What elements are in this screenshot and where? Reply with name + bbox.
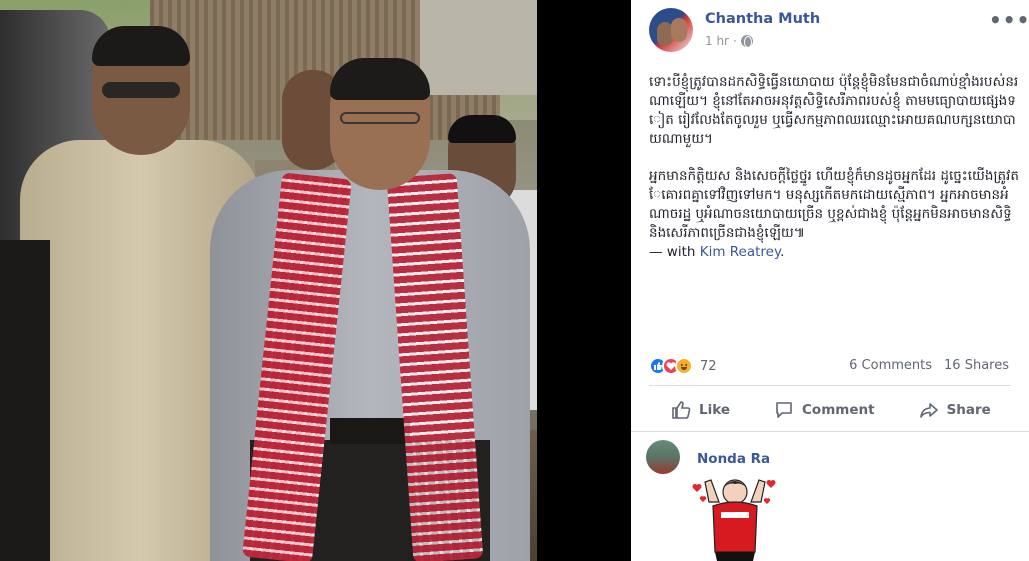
comments-section: Nonda Ra [631, 432, 1029, 561]
author-avatar[interactable] [649, 8, 693, 52]
reaction-count: 72 [700, 358, 717, 374]
comments-count[interactable]: 6 Comments [849, 358, 932, 373]
reactions-summary[interactable]: 72 [649, 356, 717, 376]
action-bar: Like Comment Share [649, 391, 1011, 429]
photo-shadow [0, 240, 50, 561]
post-paragraph: ទោះបីខ្ញុំត្រូវបានដកសិទ្ធិធ្វើនយោបាយ ប៉ុ… [649, 74, 1019, 147]
commenter-name[interactable]: Nonda Ra [697, 451, 770, 467]
photo-glasses [340, 112, 420, 124]
divider [649, 385, 1011, 386]
thumbs-up-icon [672, 401, 691, 419]
engagement-counts: 6 Comments 16 Shares [849, 358, 1009, 373]
like-button[interactable]: Like [649, 393, 752, 427]
photo-person-left-hair [92, 26, 190, 66]
with-suffix: . [780, 244, 785, 260]
post-paragraph-text: អ្នកមានកិត្តិយស និងសេចក្តីថ្លៃថ្នូរ ហើយខ… [649, 168, 1019, 241]
tagged-with: — with Kim Reatrey. [649, 244, 784, 260]
post-text: ទោះបីខ្ញុំត្រូវបានដកសិទ្ធិធ្វើនយោបាយ ប៉ុ… [649, 73, 1019, 262]
photo-person-right-hair [448, 115, 516, 143]
photo-person-center-hair [330, 58, 430, 100]
photo-sunglasses [102, 82, 180, 98]
comment-label: Comment [802, 402, 875, 418]
post-panel: Chantha Muth 1 hr · ••• ទោះបីខ្ញុំត្រូវប… [631, 0, 1029, 561]
tagged-person-link[interactable]: Kim Reatrey [700, 244, 780, 260]
like-label: Like [699, 402, 731, 418]
share-button[interactable]: Share [897, 393, 1013, 427]
post-header: Chantha Muth 1 hr · ••• [631, 0, 1029, 62]
comment-bubble-icon [776, 402, 792, 418]
post-photo[interactable] [0, 0, 537, 561]
dot-separator: · [733, 34, 737, 48]
post-meta: 1 hr · [705, 34, 753, 48]
more-options-icon[interactable]: ••• [989, 8, 1029, 32]
author-name[interactable]: Chantha Muth [705, 11, 820, 27]
globe-icon[interactable] [740, 35, 753, 48]
photo-belt [330, 418, 410, 444]
post-paragraph: អ្នកមានកិត្តិយស និងសេចក្តីថ្លៃថ្នូរ ហើយខ… [649, 167, 1019, 262]
photo-roof [420, 0, 537, 95]
shares-count[interactable]: 16 Shares [944, 358, 1009, 373]
sticker-image [692, 479, 776, 561]
share-arrow-icon [919, 403, 938, 418]
post-time[interactable]: 1 hr [705, 34, 729, 48]
with-prefix: — with [649, 244, 696, 260]
commenter-avatar[interactable] [646, 440, 680, 474]
share-label: Share [946, 402, 991, 418]
haha-reaction-icon [675, 357, 693, 375]
avatar-face [671, 18, 687, 42]
comment-button[interactable]: Comment [752, 393, 897, 427]
